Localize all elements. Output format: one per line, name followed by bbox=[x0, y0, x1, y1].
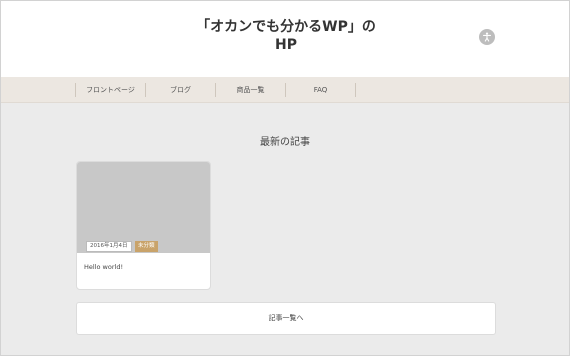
post-thumbnail[interactable] bbox=[77, 162, 210, 253]
accessibility-toggle-button[interactable] bbox=[479, 29, 495, 45]
section-title: 最新の記事 bbox=[260, 137, 310, 148]
nav-item-faq[interactable]: FAQ bbox=[285, 83, 356, 97]
view-all-posts-button[interactable]: 記事一覧へ bbox=[76, 302, 496, 335]
site-title-line2[interactable]: HP bbox=[181, 36, 391, 54]
nav-item-blog[interactable]: ブログ bbox=[145, 83, 215, 97]
nav-item-products[interactable]: 商品一覧 bbox=[215, 83, 285, 97]
post-card[interactable]: 2016年1月4日 未分類 Hello world! bbox=[76, 161, 211, 290]
post-title[interactable]: Hello world! bbox=[84, 263, 123, 271]
post-category-badge[interactable]: 未分類 bbox=[135, 241, 158, 252]
global-nav: フロントページ ブログ 商品一覧 FAQ bbox=[1, 77, 569, 103]
site-header: 「オカンでも分かるWP」の HP bbox=[1, 1, 569, 77]
site-title[interactable]: 「オカンでも分かるWP」の HP bbox=[181, 18, 391, 54]
post-date-badge: 2016年1月4日 bbox=[86, 241, 132, 252]
site-title-line1[interactable]: 「オカンでも分かるWP」の bbox=[181, 18, 391, 36]
accessibility-icon bbox=[482, 32, 492, 42]
nav-item-front-page[interactable]: フロントページ bbox=[75, 83, 145, 97]
